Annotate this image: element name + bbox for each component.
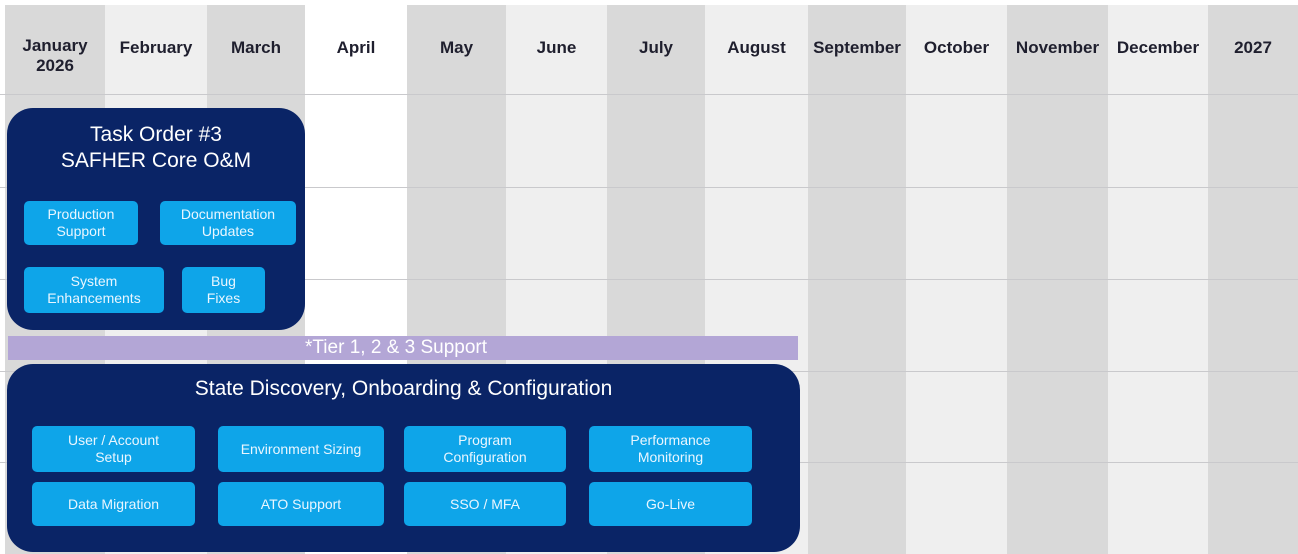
month-label: February (119, 38, 193, 57)
month-label: August (727, 38, 786, 57)
go-live-chip: Go-Live (589, 482, 752, 526)
discovery-title: State Discovery, Onboarding & Configurat… (194, 377, 613, 400)
month-label: January 2026 (22, 36, 88, 75)
user-account-setup-chip: User / Account Setup (32, 426, 195, 472)
task-order-title: Task Order #3 SAFHER Core O&M (60, 123, 252, 172)
month-label: September (813, 38, 901, 57)
month-label: November (1015, 38, 1100, 57)
program-configuration-chip: Program Configuration (404, 426, 566, 472)
documentation-updates-chip: Documentation Updates (160, 201, 296, 245)
month-label: June (536, 38, 577, 57)
month-label: May (439, 38, 474, 57)
environment-sizing-chip: Environment Sizing (218, 426, 384, 472)
month-label: December (1116, 38, 1200, 57)
month-label: 2027 (1234, 38, 1272, 57)
month-label: April (336, 38, 376, 57)
discovery-box: State Discovery, Onboarding & Configurat… (7, 364, 800, 552)
system-enhancements-chip: System Enhancements (24, 267, 164, 313)
sso-mfa-chip: SSO / MFA (404, 482, 566, 526)
task-order-box: Task Order #3 SAFHER Core O&M Production… (7, 108, 305, 330)
grid-line (0, 94, 1298, 95)
month-label: March (230, 38, 282, 57)
bug-fixes-chip: Bug Fixes (182, 267, 265, 313)
data-migration-chip: Data Migration (32, 482, 195, 526)
month-label: July (638, 38, 674, 57)
support-tier-bar: *Tier 1, 2 & 3 Support (8, 336, 798, 360)
ato-support-chip: ATO Support (218, 482, 384, 526)
production-support-chip: Production Support (24, 201, 138, 245)
performance-monitoring-chip: Performance Monitoring (589, 426, 752, 472)
month-label: October (923, 38, 990, 57)
